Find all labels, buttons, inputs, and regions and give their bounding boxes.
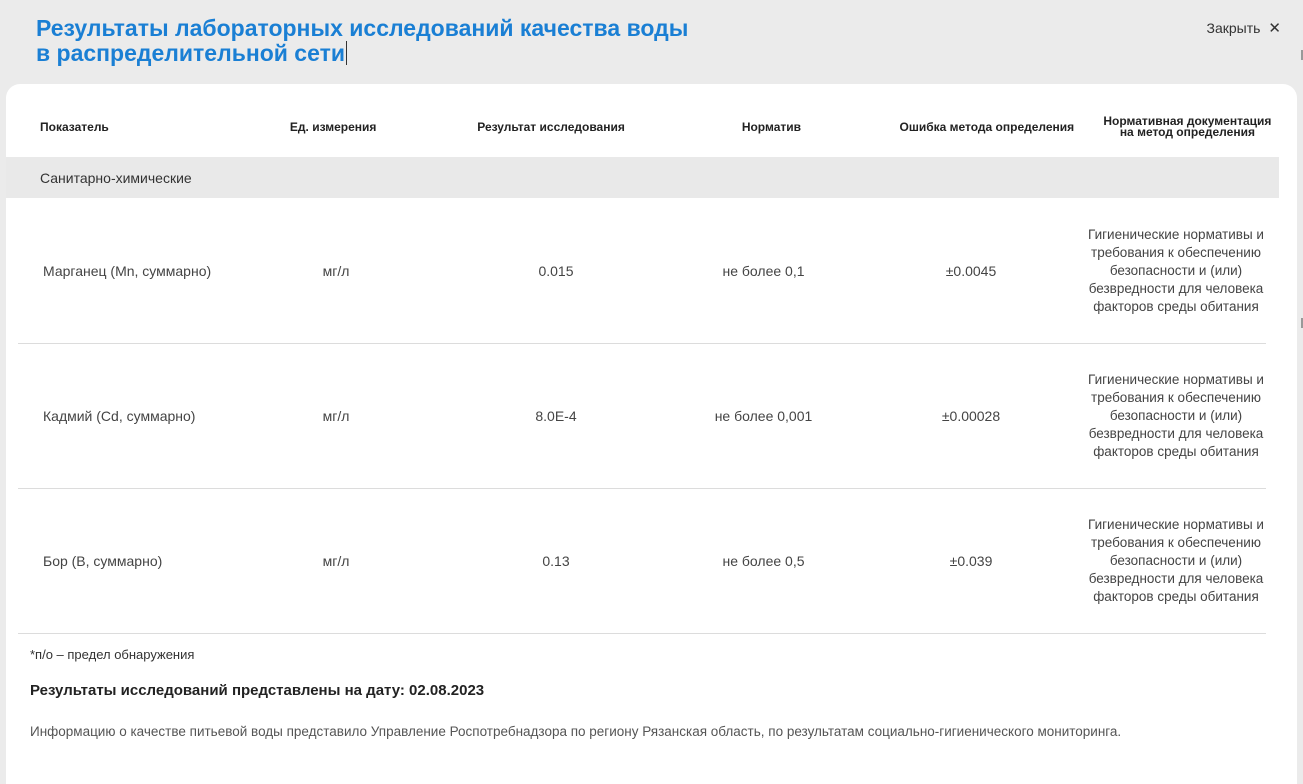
close-label[interactable]: Закрыть <box>1207 20 1261 36</box>
cell-doc: Гигиенические нормативы и требования к о… <box>1088 517 1264 604</box>
results-date: Результаты исследований представлены на … <box>30 682 485 699</box>
cell-doc: Гигиенические нормативы и требования к о… <box>1088 372 1264 459</box>
cell-error: ±0.039 <box>949 553 993 569</box>
cell-doc: Гигиенические нормативы и требования к о… <box>1088 227 1264 314</box>
cell-error: ±0.0045 <box>945 263 997 279</box>
footnote: *п/о – предел обнаружения <box>30 647 195 662</box>
header-unit: Ед. измерения <box>289 119 377 134</box>
title-line-1: Результаты лабораторных исследований кач… <box>36 15 689 41</box>
close-button[interactable]: Закрыть ✕ <box>1207 20 1282 36</box>
header-doc: Нормативная документация на метод опреде… <box>1103 114 1272 139</box>
cell-result: 8.0E-4 <box>535 408 577 424</box>
cell-norm: не более 0,1 <box>722 263 805 279</box>
table-header: Показатель Ед. измерения Результат иссле… <box>6 98 1279 156</box>
cell-result: 0.13 <box>542 553 570 569</box>
cell-norm: не более 0,5 <box>722 553 805 569</box>
header-error: Ошибка метода определения <box>899 119 1075 134</box>
close-icon[interactable]: ✕ <box>1268 21 1281 36</box>
cell-unit: мг/л <box>322 408 350 424</box>
info-text: Информацию о качестве питьевой воды пред… <box>30 724 1122 739</box>
cell-unit: мг/л <box>322 553 350 569</box>
cell-indicator: Кадмий (Cd, суммарно) <box>43 408 196 424</box>
table-row: Бор (B, суммарно) мг/л 0.13 не более 0,5… <box>18 489 1266 634</box>
group-label: Санитарно-химические <box>40 169 192 186</box>
header-indicator: Показатель <box>40 119 109 134</box>
modal-header: Результаты лабораторных исследований кач… <box>0 0 1303 84</box>
cell-norm: не более 0,001 <box>714 408 813 424</box>
cell-unit: мг/л <box>322 263 350 279</box>
table-body: Марганец (Mn, суммарно) мг/л 0.015 не бо… <box>18 199 1266 634</box>
group-row: Санитарно-химические <box>6 157 1279 198</box>
table-row: Марганец (Mn, суммарно) мг/л 0.015 не бо… <box>18 199 1266 344</box>
title-line-2: в распределительной сети <box>36 40 345 66</box>
text-caret <box>346 41 347 65</box>
table-row: Кадмий (Cd, суммарно) мг/л 8.0E-4 не бол… <box>18 344 1266 489</box>
header-norm: Норматив <box>741 119 802 134</box>
header-result: Результат исследования <box>477 119 625 134</box>
modal-title: Результаты лабораторных исследований кач… <box>36 16 836 66</box>
cell-error: ±0.00028 <box>941 408 1001 424</box>
cell-result: 0.015 <box>538 263 574 279</box>
cell-indicator: Бор (B, суммарно) <box>43 553 163 569</box>
cell-indicator: Марганец (Mn, суммарно) <box>43 263 212 279</box>
